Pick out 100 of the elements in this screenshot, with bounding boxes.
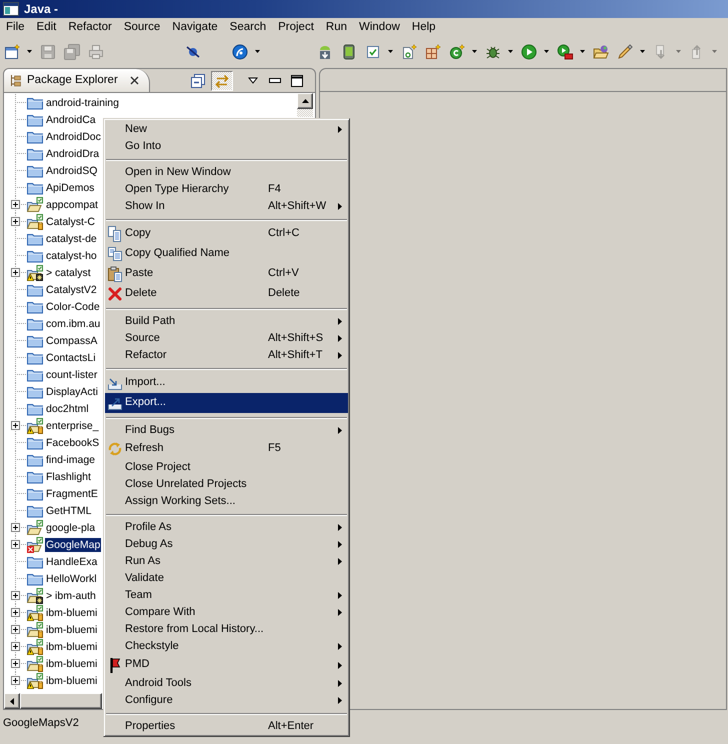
menu-item[interactable]: Compare With [105,604,348,621]
tree-item[interactable]: count-lister [45,368,98,382]
expand-icon[interactable] [10,659,20,668]
tree-item[interactable]: com.ibm.au [45,316,102,330]
menu-bar-item[interactable]: Refactor [62,20,118,36]
menu-item[interactable]: Checkstyle [105,638,348,655]
tree-item[interactable]: ibm-bluemi [45,674,98,688]
menu-bar-item[interactable]: Edit [30,20,62,36]
menu-item[interactable]: Assign Working Sets... [105,493,348,510]
menu-item[interactable]: Show In Alt+Shift+W [105,198,348,215]
tree-item[interactable]: ApiDemos [45,180,96,194]
expand-icon[interactable] [10,540,20,549]
expand-icon[interactable] [10,625,20,634]
menu-item[interactable]: Export... [105,393,348,413]
tree-item[interactable]: android-training [45,96,120,110]
menu-bar-item[interactable]: Project [272,20,320,36]
tree-item[interactable]: find-image [45,452,96,466]
menu-bar-item[interactable]: Window [353,20,406,36]
menu-item[interactable]: Validate [105,570,348,587]
menu-item[interactable]: Refresh F5 [105,439,348,459]
menu-item[interactable]: Import... [105,373,348,393]
menu-item[interactable]: Close Project [105,459,348,476]
tree-item[interactable]: Catalyst-C [45,214,96,228]
expand-icon[interactable] [10,642,20,651]
tree-item[interactable]: CatalystV2 [45,282,98,296]
tree-item[interactable]: catalyst-ho [45,248,98,262]
scroll-left-button[interactable] [4,693,20,709]
save-all-icon [64,44,80,60]
tree-item[interactable]: DisplayActi [45,384,99,398]
tree-item[interactable]: FragmentE [45,486,99,500]
menu-item[interactable]: Android Tools [105,675,348,692]
expand-icon[interactable] [10,421,20,430]
expand-icon[interactable] [10,591,20,600]
tree-item[interactable]: AndroidDra [45,146,100,160]
tree-item[interactable]: ibm-bluemi [45,622,98,636]
jar-icon [38,680,43,688]
menu-bar-item[interactable]: Help [406,20,442,36]
tree-item[interactable]: ContactsLi [45,350,97,364]
expand-icon[interactable] [10,217,20,226]
menu-item[interactable]: Build Path [105,313,348,330]
menu-bar-item[interactable]: File [0,20,31,36]
menu-item[interactable]: Open Type Hierarchy F4 [105,181,348,198]
tree-item[interactable]: AndroidCa [45,112,97,126]
menu-item[interactable]: Properties Alt+Enter [105,718,348,735]
menu-bar-item[interactable]: Run [320,20,353,36]
menu-item[interactable]: Paste Ctrl+V [105,264,348,284]
tree-item[interactable]: ibm-bluemi [45,656,98,670]
menu-item[interactable]: Copy Ctrl+C [105,224,348,244]
expand-icon[interactable] [10,200,20,209]
tree-item[interactable]: appcompat [45,198,99,212]
tree-item[interactable]: AndroidDoc [45,130,102,144]
tree-item[interactable]: ibm-bluemi [45,640,98,654]
menu-item[interactable]: Open in New Window [105,164,348,181]
tree-item[interactable]: > catalyst [45,266,92,280]
menu-item[interactable]: Debug As [105,536,348,553]
view-tab[interactable]: Package Explorer [4,69,150,92]
caret-icon [254,50,260,53]
tree-item[interactable]: enterprise_ [45,418,100,432]
menu-item[interactable]: Close Unrelated Projects [105,476,348,493]
tree-item[interactable]: FacebookS [45,436,100,450]
menu-bar-item[interactable]: Source [118,20,166,36]
pencil-icon [617,44,633,60]
tree-item[interactable]: GoogleMap [45,538,102,552]
tree-item[interactable]: CompassA [45,334,98,348]
menu-item[interactable]: Team [105,587,348,604]
expand-icon[interactable] [10,523,20,532]
tree-item[interactable]: google-pla [45,520,96,534]
menu-item[interactable]: Go Into [105,138,348,155]
menu-item[interactable]: Find Bugs [105,422,348,439]
scroll-up-button[interactable] [297,93,313,109]
menu-item[interactable]: Restore from Local History... [105,621,348,638]
app-icon [3,1,19,17]
menu-item[interactable]: PMD [105,655,348,675]
tree-item[interactable]: doc2html [45,402,90,416]
menu-item[interactable]: Configure [105,692,348,709]
tree-item[interactable]: HelloWorkl [45,572,98,586]
tree-item[interactable]: GetHTML [45,504,93,518]
menu-item[interactable]: Copy Qualified Name [105,244,348,264]
tree-item[interactable]: AndroidSQ [45,164,98,178]
link-button[interactable] [211,70,233,90]
scrollbar-thumb[interactable] [20,693,102,709]
menu-item[interactable]: New [105,121,348,138]
menu-bar-item[interactable]: Search [224,20,272,36]
folder-icon [27,486,43,500]
tree-item[interactable]: HandleExa [45,554,98,568]
menu-item[interactable]: Profile As [105,519,348,536]
menu-item[interactable]: Run As [105,553,348,570]
expand-icon[interactable] [10,676,20,685]
tree-item[interactable]: Flashlight [45,470,92,484]
tree-item[interactable]: > ibm-auth [45,588,97,602]
menu-item[interactable]: Source Alt+Shift+S [105,330,348,347]
tree-item[interactable]: catalyst-de [45,232,98,246]
tree-item[interactable]: ibm-bluemi [45,606,98,620]
expand-icon[interactable] [10,268,20,277]
menu-item[interactable]: Delete Delete [105,284,348,304]
menu-item[interactable]: Refactor Alt+Shift+T [105,347,348,364]
close-icon[interactable] [130,76,139,85]
menu-bar-item[interactable]: Navigate [166,20,224,36]
tree-item[interactable]: Color-Code [45,300,101,314]
expand-icon[interactable] [10,608,20,617]
